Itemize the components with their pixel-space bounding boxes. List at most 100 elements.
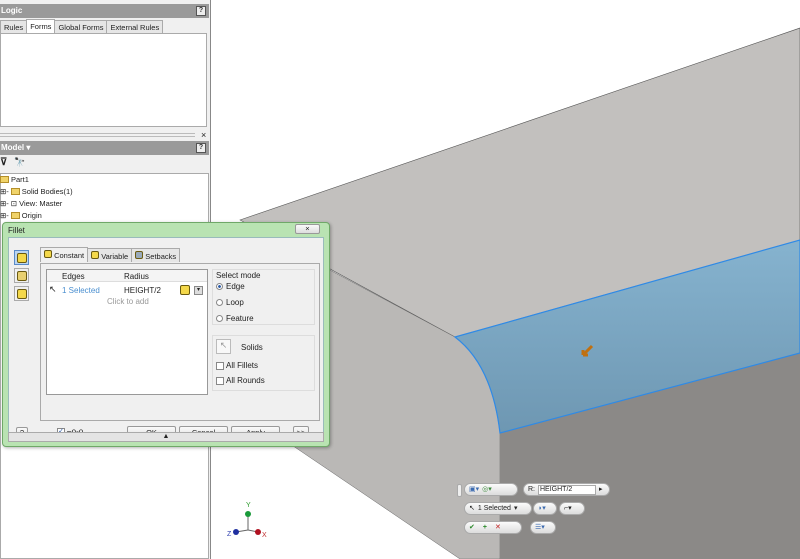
- axis-x-label: X: [262, 532, 267, 539]
- fillet-dialog: Fillet × Constant Variable Setbacks Edge…: [2, 222, 330, 447]
- ilogic-tabs: Rules Forms Global Forms External Rules: [0, 19, 164, 34]
- radio-edge[interactable]: Edge: [216, 282, 245, 291]
- edges-selection[interactable]: 1 Selected: [62, 286, 100, 295]
- axis-triad: Y Z X: [227, 502, 267, 539]
- select-mode-label: Select mode: [216, 271, 261, 280]
- model-title[interactable]: Model ▾: [1, 143, 30, 152]
- variable-icon: [91, 251, 100, 259]
- dialog-title: Fillet: [8, 226, 25, 235]
- constant-icon: [44, 250, 52, 258]
- all-fillets-checkbox[interactable]: All Fillets: [216, 361, 258, 370]
- edge-icon: ▣▾: [469, 486, 480, 493]
- radio-icon[interactable]: [216, 315, 223, 323]
- radius-dropdown[interactable]: ▾: [194, 286, 203, 295]
- edge-mode-dropdown[interactable]: ▣▾ ◎▾: [464, 483, 518, 496]
- tab-rules[interactable]: Rules: [0, 20, 28, 34]
- part-select-icon[interactable]: [180, 285, 190, 295]
- selection-count: 1 Selected: [477, 505, 511, 512]
- splitter[interactable]: [0, 133, 195, 137]
- radio-label: Loop: [226, 298, 244, 307]
- close-panel-icon[interactable]: ×: [201, 130, 206, 140]
- add-icon[interactable]: +: [483, 522, 487, 533]
- tree-item-solid-bodies[interactable]: ⊞- Solid Bodies(1): [0, 187, 73, 196]
- find-icon[interactable]: 🔭: [14, 157, 25, 168]
- radio-label: Feature: [226, 314, 254, 323]
- close-button[interactable]: ×: [295, 224, 320, 234]
- radius-input[interactable]: HEIGHT/2: [538, 484, 596, 495]
- selection-dropdown[interactable]: ↖ 1 Selected ▾: [464, 502, 532, 515]
- ilogic-title: Logic: [1, 6, 23, 15]
- cursor-icon: ↖: [49, 284, 57, 294]
- tab-panel: Edges Radius ↖ 1 Selected HEIGHT/2 ▾ Cli…: [40, 263, 320, 421]
- apply-arrow-icon[interactable]: ▸: [599, 484, 603, 495]
- fillet-type-face-button[interactable]: [14, 268, 29, 283]
- expand-icon[interactable]: ⊞-: [0, 211, 9, 220]
- checkbox-icon[interactable]: [216, 376, 224, 385]
- help-button[interactable]: ?: [196, 143, 206, 153]
- tree-item-part1[interactable]: Part1: [0, 175, 29, 184]
- transition-icon: ⌐▾: [564, 505, 572, 512]
- help-button[interactable]: ?: [196, 6, 206, 16]
- tab-label: Setbacks: [145, 252, 177, 261]
- select-cursor-icon: ↖: [469, 505, 475, 512]
- expand-icon[interactable]: ⊞-: [0, 187, 9, 196]
- checkbox-label: All Rounds: [226, 376, 265, 385]
- options-dropdown[interactable]: ☰▾: [530, 521, 556, 534]
- fillet-type-full-round-button[interactable]: [14, 286, 29, 301]
- solid-bodies-icon: [10, 188, 20, 195]
- tab-forms[interactable]: Forms: [26, 19, 56, 34]
- radio-icon[interactable]: [216, 283, 223, 291]
- checkbox-icon[interactable]: [216, 361, 224, 370]
- tree-item-view-master[interactable]: ⊞- ⊡ View: Master: [0, 199, 62, 208]
- select-mode-group: Select mode Edge Loop Feature: [212, 269, 315, 325]
- expand-bar[interactable]: ▲: [8, 432, 324, 442]
- radio-label: Edge: [226, 282, 245, 291]
- tab-variable[interactable]: Variable: [87, 248, 133, 262]
- forms-content: [0, 33, 207, 127]
- radius-control: R: HEIGHT/2 ▸: [523, 483, 610, 496]
- part-icon: [0, 176, 9, 183]
- full-round-icon: [17, 289, 27, 299]
- fillet-type-dropdown[interactable]: ◗▾: [533, 502, 557, 515]
- setbacks-icon: [135, 251, 144, 259]
- fillet-tabs: Constant Variable Setbacks: [40, 247, 181, 262]
- tab-label: Constant: [54, 251, 85, 260]
- dialog-body: Constant Variable Setbacks Edges Radius …: [8, 237, 324, 442]
- all-rounds-checkbox[interactable]: All Rounds: [216, 376, 265, 385]
- tab-global-forms[interactable]: Global Forms: [54, 20, 108, 34]
- cancel-icon[interactable]: ✕: [495, 522, 501, 533]
- toolbar-grip[interactable]: [457, 484, 462, 497]
- model-header[interactable]: Model ▾?: [0, 141, 209, 155]
- ilogic-header: Logic?: [0, 4, 209, 18]
- checkbox-label: All Fillets: [226, 361, 259, 370]
- fillet-type-icon: ◗▾: [538, 505, 546, 512]
- radio-icon[interactable]: [216, 299, 223, 307]
- ok-icon[interactable]: ✔: [469, 522, 475, 533]
- radius-header: Radius: [124, 272, 149, 281]
- solids-group: ↖ Solids All Fillets All Rounds: [212, 335, 315, 391]
- tree-label: Origin: [21, 211, 42, 220]
- tab-setbacks[interactable]: Setbacks: [131, 248, 181, 262]
- radio-feature[interactable]: Feature: [216, 314, 254, 323]
- tree-label: Part1: [11, 175, 29, 184]
- edges-header: Edges: [62, 272, 85, 281]
- filter-icon[interactable]: ⊽: [0, 157, 7, 168]
- transition-dropdown[interactable]: ⌐▾: [559, 502, 585, 515]
- solids-select-button[interactable]: ↖: [216, 339, 231, 354]
- solids-label: Solids: [241, 343, 263, 352]
- folder-icon: [10, 212, 20, 219]
- tab-constant[interactable]: Constant: [40, 247, 89, 262]
- list-icon: ☰▾: [535, 524, 545, 531]
- radio-loop[interactable]: Loop: [216, 298, 244, 307]
- fillet-type-edge-button[interactable]: [14, 250, 29, 265]
- tab-external-rules[interactable]: External Rules: [106, 20, 164, 34]
- tree-label: View: Master: [19, 199, 63, 208]
- tree-label: Solid Bodies(1): [21, 187, 73, 196]
- radius-value[interactable]: HEIGHT/2: [124, 286, 161, 295]
- chevron-down-icon[interactable]: ▾: [514, 503, 518, 514]
- axis-z-label: Z: [227, 531, 232, 538]
- edges-table: Edges Radius ↖ 1 Selected HEIGHT/2 ▾ Cli…: [46, 269, 208, 395]
- tree-item-origin[interactable]: ⊞- Origin: [0, 211, 42, 220]
- click-to-add[interactable]: Click to add: [107, 297, 149, 306]
- expand-icon[interactable]: ⊞-: [0, 199, 9, 208]
